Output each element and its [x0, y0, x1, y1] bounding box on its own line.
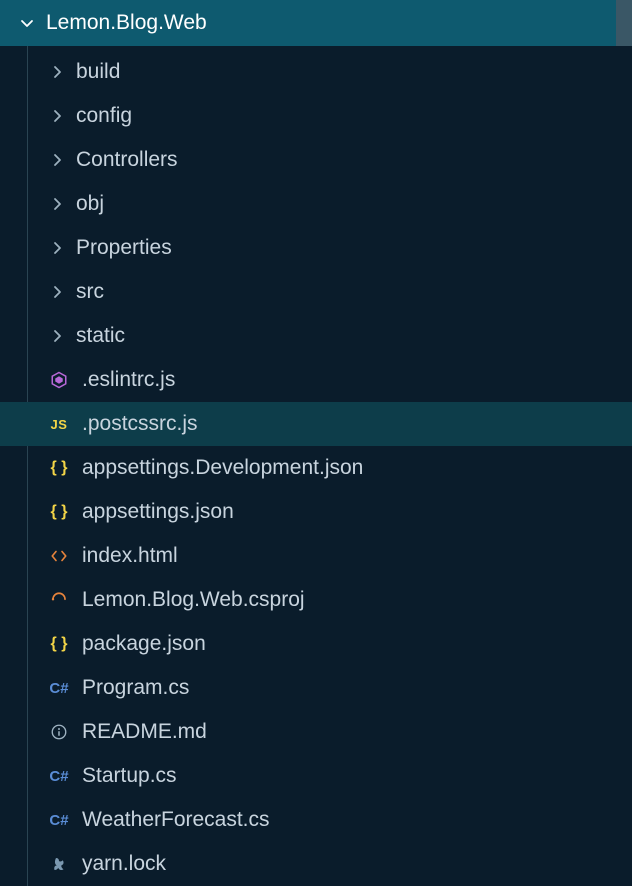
folder-row[interactable]: src — [0, 270, 632, 314]
folder-row[interactable]: static — [0, 314, 632, 358]
root-folder-header[interactable]: Lemon.Blog.Web — [0, 0, 632, 46]
file-label: appsettings.Development.json — [82, 456, 363, 480]
csproj-icon — [48, 591, 70, 609]
file-row[interactable]: { } appsettings.Development.json — [0, 446, 632, 490]
csharp-icon: C# — [48, 768, 70, 785]
file-row[interactable]: Lemon.Blog.Web.csproj — [0, 578, 632, 622]
chevron-down-icon — [18, 14, 36, 32]
file-label: WeatherForecast.cs — [82, 808, 270, 832]
file-row[interactable]: index.html — [0, 534, 632, 578]
file-label: yarn.lock — [82, 852, 166, 876]
file-row[interactable]: { } appsettings.json — [0, 490, 632, 534]
file-label: Lemon.Blog.Web.csproj — [82, 588, 305, 612]
file-label: package.json — [82, 632, 206, 656]
tree-children: build config Controllers obj Properties src st… — [0, 46, 632, 886]
chevron-right-icon — [48, 239, 66, 257]
file-row[interactable]: C# Startup.cs — [0, 754, 632, 798]
folder-label: static — [76, 324, 125, 348]
csharp-icon: C# — [48, 812, 70, 829]
folder-label: obj — [76, 192, 104, 216]
chevron-right-icon — [48, 63, 66, 81]
file-label: index.html — [82, 544, 178, 568]
scrollbar-thumb[interactable] — [616, 0, 632, 46]
file-row[interactable]: C# Program.cs — [0, 666, 632, 710]
root-folder-label: Lemon.Blog.Web — [46, 11, 207, 35]
file-row[interactable]: { } package.json — [0, 622, 632, 666]
file-label: Startup.cs — [82, 764, 177, 788]
csharp-icon: C# — [48, 680, 70, 697]
file-row[interactable]: yarn.lock — [0, 842, 632, 886]
file-label: .eslintrc.js — [82, 368, 175, 392]
folder-label: Controllers — [76, 148, 178, 172]
file-label: README.md — [82, 720, 207, 744]
folder-label: Properties — [76, 236, 172, 260]
file-row[interactable]: C# WeatherForecast.cs — [0, 798, 632, 842]
chevron-right-icon — [48, 283, 66, 301]
file-row[interactable]: JS .postcssrc.js — [0, 402, 632, 446]
folder-row[interactable]: Controllers — [0, 138, 632, 182]
info-icon — [48, 723, 70, 741]
chevron-right-icon — [48, 327, 66, 345]
json-icon: { } — [48, 459, 70, 477]
file-label: Program.cs — [82, 676, 189, 700]
yarn-icon — [48, 855, 70, 873]
folder-row[interactable]: Properties — [0, 226, 632, 270]
file-explorer-tree: Lemon.Blog.Web build config Controllers obj… — [0, 0, 632, 886]
eslint-icon — [48, 371, 70, 389]
folder-row[interactable]: build — [0, 50, 632, 94]
folder-label: build — [76, 60, 120, 84]
folder-label: config — [76, 104, 132, 128]
js-icon: JS — [48, 417, 70, 432]
folder-row[interactable]: config — [0, 94, 632, 138]
folder-row[interactable]: obj — [0, 182, 632, 226]
html-icon — [48, 547, 70, 565]
file-label: appsettings.json — [82, 500, 234, 524]
file-label: .postcssrc.js — [82, 412, 198, 436]
chevron-right-icon — [48, 151, 66, 169]
scrollbar-vertical[interactable] — [616, 0, 632, 886]
file-row[interactable]: .eslintrc.js — [0, 358, 632, 402]
json-icon: { } — [48, 635, 70, 653]
json-icon: { } — [48, 503, 70, 521]
chevron-right-icon — [48, 195, 66, 213]
file-row[interactable]: README.md — [0, 710, 632, 754]
folder-label: src — [76, 280, 104, 304]
chevron-right-icon — [48, 107, 66, 125]
